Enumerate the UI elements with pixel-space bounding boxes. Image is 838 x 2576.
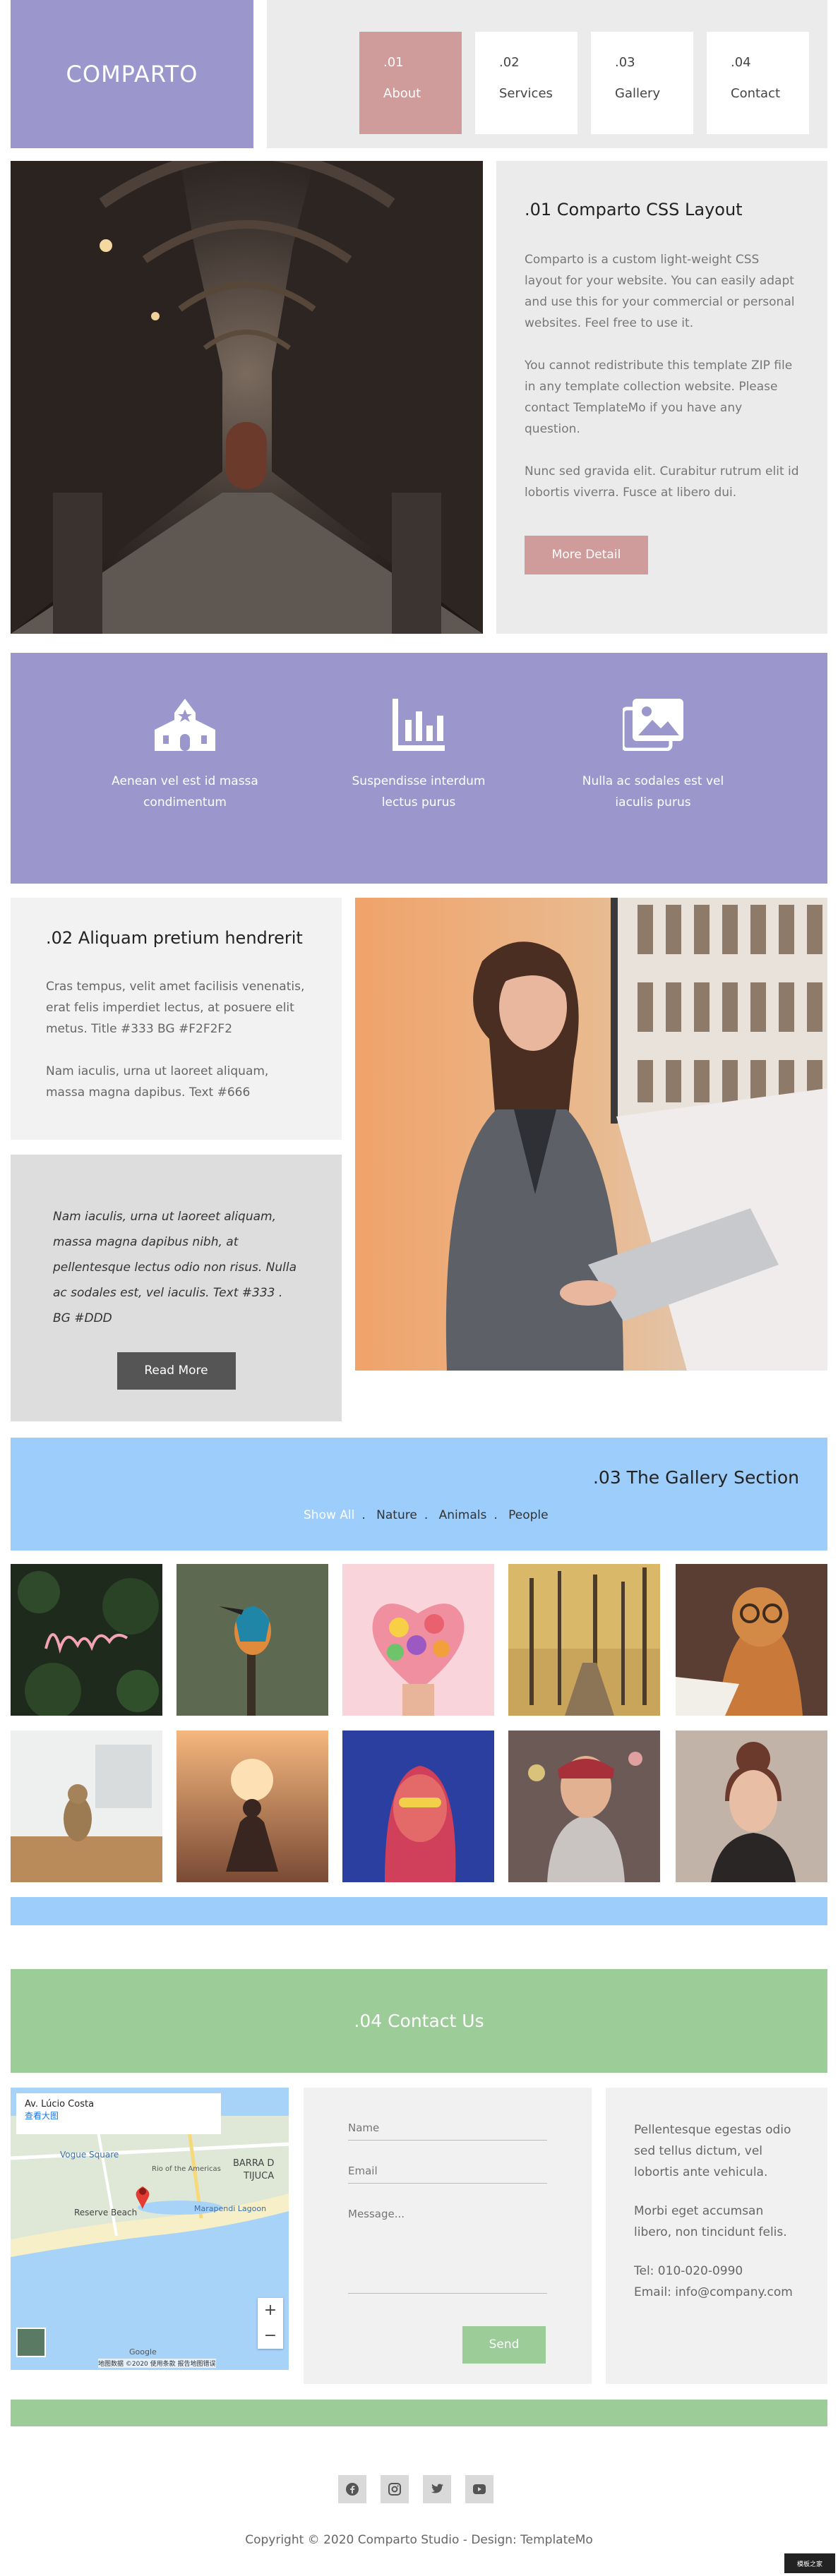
map-attribution: 地图数据 ©2020 使用条款 报告地图错误: [98, 2359, 216, 2368]
satellite-toggle[interactable]: [16, 2328, 46, 2357]
brand-name: COMPARTO: [66, 61, 198, 88]
nav-item-gallery[interactable]: .03 Gallery: [591, 32, 693, 134]
contact-phone: Tel: 010-020-0990: [634, 2264, 743, 2278]
nav-label: Gallery: [615, 86, 661, 101]
filter-people[interactable]: People: [508, 1508, 548, 1522]
social-links: [338, 2475, 493, 2503]
gallery-thumb-sunset-yoga[interactable]: [176, 1731, 328, 1882]
section2-title: .02 Aliquam pretium hendrerit: [46, 928, 303, 948]
woman-laptop-photo: [355, 898, 827, 1371]
nav-item-contact[interactable]: .04 Contact: [707, 32, 809, 134]
gallery-thumb-cat-kitchen[interactable]: [11, 1731, 162, 1882]
map-label: TIJUCA: [244, 2171, 275, 2181]
read-more-button[interactable]: Read More: [116, 1352, 236, 1390]
nav-label: About: [383, 86, 421, 101]
site-badge[interactable]: 模板之家: [784, 2553, 835, 2573]
map-info-card: Av. Lúcio Costa 查看大图: [16, 2093, 221, 2134]
location-map[interactable]: Av. Lúcio Costa 查看大图 Vogue Square BARRA …: [11, 2088, 289, 2370]
nav-item-about[interactable]: .01 About: [359, 32, 462, 134]
gallery-thumb-autumn-forest[interactable]: [508, 1564, 660, 1716]
zoom-out-icon[interactable]: −: [258, 2323, 283, 2349]
nav-number: .01: [383, 55, 404, 70]
map-label: Reserve Beach: [74, 2208, 138, 2217]
email-field[interactable]: [348, 2159, 547, 2184]
nav-item-services[interactable]: .02 Services: [475, 32, 577, 134]
gallery-thumb-dog-glasses[interactable]: [676, 1564, 827, 1716]
contact-footer-bar: [11, 2400, 827, 2426]
gallery-filters: Show All. Nature. Animals. People: [304, 1508, 549, 1522]
quote-panel: Nam iaculis, urna ut laoreet aliquam, ma…: [11, 1155, 342, 1421]
corridor-photo: [11, 161, 483, 634]
gallery-thumb-smiling-woman[interactable]: [508, 1731, 660, 1882]
feature-item: Nulla ac sodales est vel iaculis purus: [575, 699, 731, 813]
church-icon: [155, 699, 215, 751]
more-detail-button[interactable]: More Detail: [525, 536, 648, 574]
filter-show-all[interactable]: Show All: [304, 1508, 354, 1522]
map-label: Vogue Square: [60, 2150, 119, 2160]
features-band: Aenean vel est id massa condimentum Susp…: [11, 653, 827, 884]
copyright-text: Copyright © 2020 Comparto Studio - Desig…: [245, 2533, 593, 2547]
contact-email: Email: info@company.com: [634, 2285, 793, 2299]
feature-text: Aenean vel est id massa condimentum: [112, 774, 258, 809]
nav-number: .02: [499, 55, 520, 70]
twitter-icon[interactable]: [423, 2475, 451, 2503]
nav-number: .03: [615, 55, 635, 70]
top-nav: .01 About .02 Services .03 Gallery .04 C…: [267, 0, 827, 148]
youtube-icon[interactable]: [465, 2475, 493, 2503]
gallery-thumb-flower-heart[interactable]: [342, 1564, 494, 1716]
filter-nature[interactable]: Nature: [376, 1508, 417, 1522]
quote-text: Nam iaculis, urna ut laoreet aliquam, ma…: [53, 1210, 297, 1325]
images-icon: [623, 699, 683, 751]
map-label: Marapendi Lagoon: [194, 2204, 267, 2213]
section2-paragraph-1: Cras tempus, velit amet facilisis venena…: [46, 980, 305, 1036]
gallery-thumb-woman-bun[interactable]: [676, 1731, 827, 1882]
message-field[interactable]: [348, 2202, 547, 2294]
info-paragraph-1: Pellentesque egestas odio sed tellus dic…: [634, 2123, 791, 2179]
about-paragraph-2: You cannot redistribute this template ZI…: [525, 359, 793, 436]
map-place-name: Av. Lúcio Costa: [25, 2099, 95, 2109]
about-panel: .01 Comparto CSS Layout Comparto is a cu…: [496, 161, 827, 634]
map-zoom-controls: + −: [258, 2298, 283, 2349]
gallery-footer-bar: [11, 1897, 827, 1925]
facebook-icon[interactable]: [338, 2475, 366, 2503]
contact-info: Pellentesque egestas odio sed tellus dic…: [606, 2088, 827, 2384]
feature-item: Suspendisse interdum lectus purus: [341, 699, 496, 813]
gallery-thumb-kingfisher[interactable]: [176, 1564, 328, 1716]
about-paragraph-3: Nunc sed gravida elit. Curabitur rutrum …: [525, 464, 799, 500]
gallery-title: .03 The Gallery Section: [592, 1467, 799, 1488]
map-view-larger-link[interactable]: 查看大图: [25, 2109, 213, 2121]
map-label: BARRA D: [233, 2158, 275, 2169]
nav-label: Contact: [731, 86, 781, 101]
about-paragraph-1: Comparto is a custom light-weight CSS la…: [525, 253, 795, 330]
filter-animals[interactable]: Animals: [439, 1508, 487, 1522]
map-label: Rio of the Americas: [152, 2165, 221, 2173]
instagram-icon[interactable]: [381, 2475, 409, 2503]
feature-text: Nulla ac sodales est vel iaculis purus: [582, 774, 724, 809]
send-button[interactable]: Send: [462, 2326, 546, 2364]
zoom-in-icon[interactable]: +: [258, 2298, 283, 2323]
feature-item: Aenean vel est id massa condimentum: [107, 699, 263, 813]
section2-panel: .02 Aliquam pretium hendrerit Cras tempu…: [11, 898, 342, 1140]
section2-paragraph-2: Nam iaculis, urna ut laoreet aliquam, ma…: [46, 1064, 269, 1100]
gallery-thumb-neon-portrait[interactable]: [342, 1731, 494, 1882]
bar-chart-icon: [393, 699, 445, 751]
info-paragraph-2: Morbi eget accumsan libero, non tincidun…: [634, 2204, 787, 2239]
nav-label: Services: [499, 86, 553, 101]
gallery-header: .03 The Gallery Section Show All. Nature…: [11, 1438, 827, 1551]
contact-header: .04 Contact Us: [11, 1969, 827, 2073]
nav-number: .04: [731, 55, 751, 70]
gallery-thumb-breathe-neon[interactable]: [11, 1564, 162, 1716]
feature-text: Suspendisse interdum lectus purus: [352, 774, 486, 809]
contact-title: .04 Contact Us: [354, 2011, 484, 2031]
name-field[interactable]: [348, 2116, 547, 2141]
about-title: .01 Comparto CSS Layout: [525, 200, 743, 219]
google-logo: Google: [129, 2347, 157, 2357]
brand-logo[interactable]: COMPARTO: [11, 0, 253, 148]
contact-form: Send: [304, 2088, 592, 2384]
